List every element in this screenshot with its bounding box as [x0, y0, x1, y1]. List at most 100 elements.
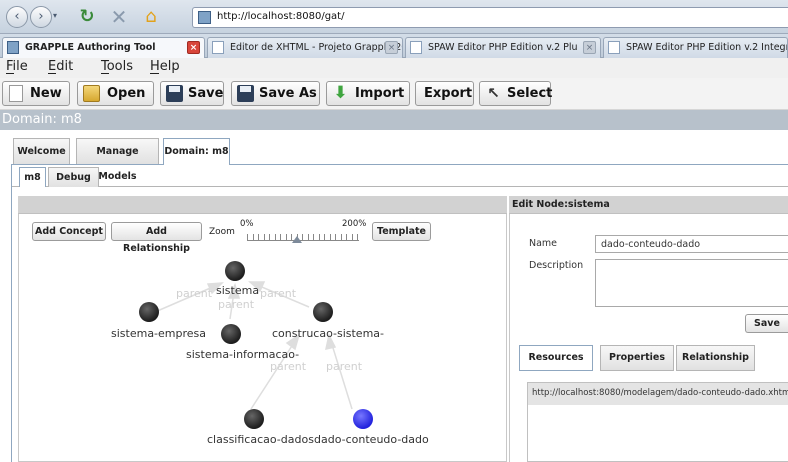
- template-button[interactable]: Template: [372, 222, 431, 241]
- edge-label-parent: parent: [176, 287, 213, 300]
- edit-node-header: Edit Node:sistema: [509, 196, 788, 214]
- graph-node-dado-conteudo-dado[interactable]: [353, 409, 373, 429]
- stop-icon[interactable]: ✕: [108, 6, 130, 28]
- zoom-tick: [340, 234, 342, 240]
- zoom-min-label: 0%: [240, 219, 254, 229]
- grapple-favicon-icon: [7, 41, 19, 54]
- page-favicon-icon: [212, 41, 224, 54]
- domain-title: Domain: m8: [2, 112, 82, 127]
- zoom-tick: [263, 234, 265, 240]
- sub-tabs-baseline: [12, 186, 788, 187]
- tab-domain[interactable]: Domain: m8: [163, 138, 230, 165]
- browser-tab-grapple[interactable]: GRAPPLE Authoring Tool ×: [2, 37, 205, 59]
- zoom-tick: [351, 234, 353, 240]
- back-button[interactable]: ‹: [6, 6, 28, 28]
- zoom-tick: [269, 234, 270, 240]
- new-document-icon: [9, 85, 23, 102]
- tab-welcome[interactable]: Welcome: [13, 138, 70, 164]
- resource-item[interactable]: http://localhost:8080/modelagem/dado-con…: [528, 383, 788, 405]
- close-tab-icon[interactable]: ×: [583, 41, 596, 54]
- resources-list: http://localhost:8080/modelagem/dado-con…: [527, 382, 788, 462]
- menu-mnemonic: [48, 73, 56, 74]
- import-button[interactable]: ⬇ Import: [326, 81, 410, 106]
- zoom-max-label: 200%: [342, 219, 367, 229]
- select-button-label: Select: [507, 86, 553, 101]
- browser-tab-label: Editor de XHTML - Projeto Grapple 2012: [230, 42, 403, 53]
- browser-tab-label: SPAW Editor PHP Edition v.2 Plugin Dev..…: [428, 42, 578, 53]
- site-favicon-icon: [198, 11, 211, 24]
- menu-help[interactable]: Help: [150, 59, 180, 74]
- node-label-dado-conteudo-dado: dado-conteudo-dado: [314, 433, 429, 446]
- save-button[interactable]: Save: [160, 81, 224, 106]
- home-icon[interactable]: ⌂: [140, 6, 162, 28]
- zoom-tick: [307, 234, 309, 240]
- reload-icon[interactable]: ↻: [76, 6, 98, 28]
- tab-relationship[interactable]: Relationship: [676, 345, 755, 371]
- edge-label-parent: parent: [270, 360, 307, 373]
- node-label-classificacao-dados: classificacao-dados: [207, 433, 314, 446]
- browser-tab-label: SPAW Editor PHP Edition v.2 Integrator..…: [626, 42, 788, 53]
- edge-label-parent: parent: [218, 298, 255, 311]
- browser-tab-spaw-integrator[interactable]: SPAW Editor PHP Edition v.2 Integrator..…: [603, 37, 788, 58]
- new-button-label: New: [30, 86, 62, 101]
- name-label: Name: [529, 238, 558, 249]
- menu-tools[interactable]: Tools: [101, 59, 133, 74]
- resource-url: http://localhost:8080/modelagem/dado-con…: [532, 388, 788, 398]
- node-label-construcao-sistema: construcao-sistema-: [272, 327, 385, 340]
- graph-node-sistema-informacao[interactable]: [221, 324, 241, 344]
- save-button-label: Save: [188, 86, 224, 101]
- browser-tab-spaw-plugin[interactable]: SPAW Editor PHP Edition v.2 Plugin Dev..…: [405, 37, 601, 58]
- tab-resources[interactable]: Resources: [519, 345, 593, 371]
- add-relationship-button[interactable]: Add Relationship: [111, 222, 202, 254]
- menu-mnemonic: [150, 73, 159, 74]
- zoom-slider-ticks: [247, 234, 359, 240]
- zoom-tick: [258, 234, 259, 240]
- save-node-button[interactable]: Save: [745, 314, 788, 333]
- graph-panel-header: [18, 196, 507, 214]
- zoom-tick: [313, 234, 314, 240]
- tab-manage-models[interactable]: Manage Models: [76, 138, 159, 182]
- graph-node-sistema[interactable]: [225, 261, 245, 281]
- cursor-arrow-icon: ↖: [487, 84, 500, 102]
- zoom-tick: [357, 234, 358, 240]
- browser-tab-editor-xhtml[interactable]: Editor de XHTML - Projeto Grapple 2012 ×: [207, 37, 403, 58]
- menu-bar: File Edit Tools Help: [0, 58, 788, 78]
- forward-button[interactable]: ›: [30, 6, 52, 28]
- close-tab-icon[interactable]: ×: [385, 41, 398, 54]
- add-concept-button[interactable]: Add Concept: [32, 222, 106, 241]
- select-button[interactable]: ↖ Select: [479, 81, 553, 106]
- history-dropdown-icon[interactable]: ▾: [53, 11, 57, 20]
- browser-navigation-bar: ‹ › ▾ ↻ ✕ ⌂ http://localhost:8080/gat/: [0, 0, 788, 34]
- save-as-button[interactable]: Save As: [231, 81, 320, 106]
- save-as-button-label: Save As: [259, 86, 317, 101]
- import-arrow-icon: ⬇: [333, 83, 348, 103]
- zoom-tick: [318, 234, 320, 240]
- open-button[interactable]: Open: [77, 81, 154, 106]
- node-label-sistema: sistema: [216, 284, 260, 297]
- export-button[interactable]: Export: [415, 81, 474, 106]
- graph-node-classificacao-dados[interactable]: [244, 409, 264, 429]
- name-field[interactable]: dado-conteudo-dado: [595, 235, 788, 253]
- graph-node-construcao-sistema[interactable]: [313, 302, 333, 322]
- zoom-slider[interactable]: [247, 230, 359, 244]
- zoom-tick: [252, 234, 254, 240]
- description-field[interactable]: [595, 259, 788, 307]
- zoom-tick: [280, 234, 281, 240]
- floppy-disk-icon: [166, 85, 183, 102]
- zoom-tick: [285, 234, 287, 240]
- zoom-slider-thumb[interactable]: [292, 236, 303, 243]
- menu-file[interactable]: File: [6, 59, 28, 74]
- new-button[interactable]: New: [2, 81, 70, 106]
- close-tab-icon[interactable]: ×: [187, 41, 200, 54]
- menu-edit[interactable]: Edit: [48, 59, 73, 74]
- menu-mnemonic: [101, 73, 109, 74]
- browser-tab-strip: GRAPPLE Authoring Tool × Editor de XHTML…: [0, 34, 788, 59]
- tab-debug[interactable]: Debug: [48, 167, 99, 187]
- browser-tab-label: GRAPPLE Authoring Tool: [25, 42, 156, 53]
- graph-node-sistema-empresa[interactable]: [139, 302, 159, 322]
- address-bar[interactable]: http://localhost:8080/gat/: [192, 7, 788, 28]
- tab-m8[interactable]: m8: [19, 167, 46, 187]
- open-folder-icon: [83, 85, 100, 102]
- tab-properties[interactable]: Properties: [600, 345, 674, 371]
- zoom-tick: [335, 234, 336, 240]
